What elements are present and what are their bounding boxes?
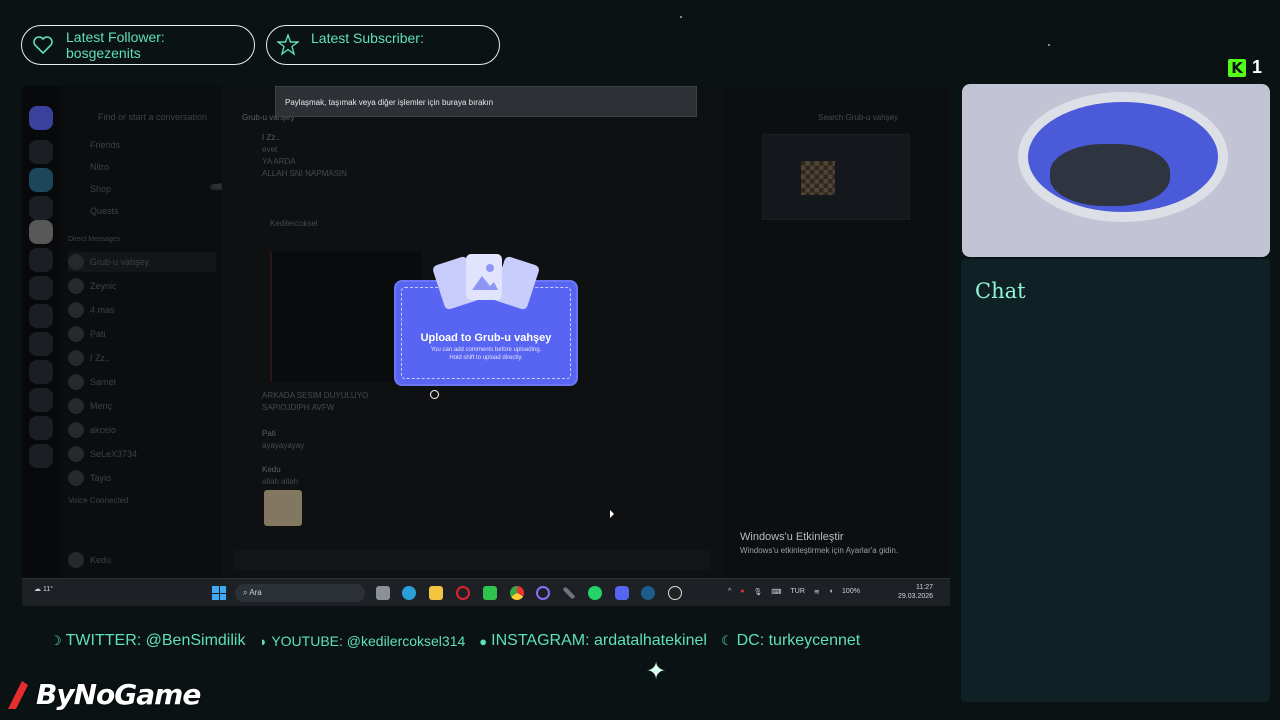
twitter-link: ☽ TWITTER: @BenSimdilik <box>50 632 246 649</box>
upload-subtitle: You can add comments before uploading. H… <box>430 347 542 361</box>
start-button[interactable] <box>212 586 226 600</box>
social-links: ☽ TWITTER: @BenSimdilik ◗ YOUTUBE: @kedile… <box>50 632 860 650</box>
upload-title: Upload to Grub-u vahşey <box>420 332 552 344</box>
language-indicator[interactable]: TUR <box>791 588 805 596</box>
sparkle-icon: ✦ <box>646 658 667 685</box>
discord-link: ☾ DC: turkeycennet <box>720 632 861 649</box>
webcam-feed <box>962 84 1270 257</box>
bynogame-flame-icon <box>8 680 28 709</box>
chevron-up-icon[interactable]: ^ <box>728 588 731 596</box>
star-icon <box>277 34 299 56</box>
heart-icon <box>32 34 54 56</box>
chat-panel: Chat <box>961 259 1270 702</box>
clock[interactable]: 11:27 29.03.2026 <box>898 583 933 601</box>
line-icon[interactable] <box>483 586 497 600</box>
viewer-count: 1 <box>1252 57 1263 77</box>
image-file-icon <box>466 254 502 300</box>
instagram-link: ● INSTAGRAM: ardatalhatekinel <box>479 632 707 649</box>
captured-screen: Find or start a conversation Friends Nit… <box>22 86 950 606</box>
moon-icon: ☾ <box>720 633 733 648</box>
keyboard-icon[interactable]: ⌨ <box>771 588 781 596</box>
app-icon[interactable] <box>536 586 550 600</box>
latest-follower-pill: Latest Follower: bosgezenits <box>21 25 255 65</box>
volume-icon[interactable]: ◖ <box>829 588 833 596</box>
latest-subscriber-pill: Latest Subscriber: <box>266 25 500 65</box>
battery-indicator[interactable]: 100% <box>842 588 860 596</box>
follower-value: bosgezenits <box>66 45 141 61</box>
search-icon: ⌕ <box>243 588 248 597</box>
mouse-cursor-icon <box>610 510 614 518</box>
youtube-link: ◗ YOUTUBE: @kedilercoksel314 <box>259 633 466 649</box>
windows-taskbar: ☁ 11° ⌕ Ara ^ ● 🎙 ⌨ TUR ≋ ◖ 100% 11:27 2… <box>22 578 950 606</box>
subscriber-label: Latest Subscriber: <box>311 30 424 46</box>
chat-title: Chat <box>975 279 1026 303</box>
steam-icon[interactable] <box>641 586 655 600</box>
edge-icon[interactable] <box>402 586 416 600</box>
windows-activation-notice: Windows'u Etkinleştir Windows'u etkinleş… <box>740 531 899 555</box>
moon-icon: ◗ <box>259 633 268 649</box>
bynogame-logo: ByNoGame <box>4 678 201 711</box>
moon-icon: ☽ <box>50 633 62 648</box>
tray-app-icon[interactable]: ● <box>740 588 744 596</box>
star <box>680 16 682 18</box>
task-view-icon[interactable] <box>376 586 390 600</box>
discord-icon[interactable] <box>615 586 629 600</box>
opera-icon[interactable] <box>456 586 470 600</box>
chrome-icon[interactable] <box>510 586 524 600</box>
weather-widget[interactable]: ☁ 11° <box>34 585 53 593</box>
pen-icon[interactable] <box>562 586 576 600</box>
kick-viewer-count: K 1 <box>1228 57 1262 78</box>
moon-icon: ● <box>479 633 488 649</box>
system-tray[interactable]: ^ ● 🎙 ⌨ TUR ≋ ◖ 100% <box>728 588 860 596</box>
webcam-cat <box>1050 144 1170 206</box>
kick-logo-icon: K <box>1228 58 1246 77</box>
star <box>1048 44 1050 46</box>
obs-icon[interactable] <box>668 586 682 600</box>
drop-tooltip: Paylaşmak, taşımak veya diğer işlemler i… <box>275 86 697 117</box>
file-explorer-icon[interactable] <box>429 586 443 600</box>
follower-label: Latest Follower: <box>66 29 165 45</box>
wifi-icon[interactable]: ≋ <box>814 588 820 596</box>
taskbar-search-input[interactable]: ⌕ Ara <box>235 584 365 602</box>
microphone-icon[interactable]: 🎙 <box>754 588 763 596</box>
whatsapp-icon[interactable] <box>588 586 602 600</box>
cursor-ring <box>430 390 439 399</box>
upload-dropzone[interactable]: Upload to Grub-u vahşey You can add comm… <box>396 254 576 384</box>
